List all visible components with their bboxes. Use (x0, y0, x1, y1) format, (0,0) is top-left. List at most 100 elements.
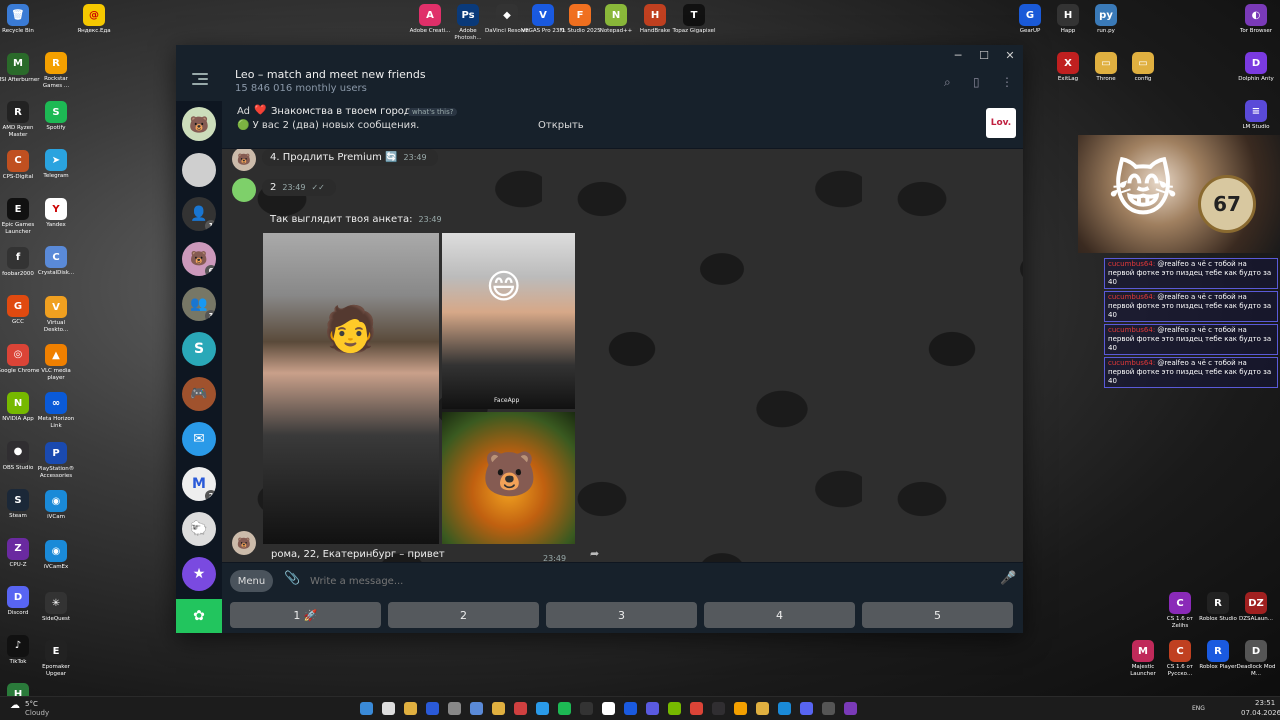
microphone-icon[interactable]: 🎤 (1000, 571, 1016, 586)
desktop-icon[interactable]: ▲ VLC media player (34, 344, 78, 382)
taskbar-app-icon[interactable] (558, 702, 571, 715)
desktop-icon-label: Virtual Deskto... (43, 320, 69, 333)
desktop-icon[interactable]: T Topaz Gigapixel (672, 4, 716, 35)
app-icon: ◆ (496, 4, 518, 26)
more-icon[interactable]: ⋮ (1001, 75, 1013, 89)
keyboard-button-5[interactable]: 5 (862, 602, 1013, 628)
desktop-icon[interactable]: S Spotify (34, 101, 78, 132)
taskbar-app-icon[interactable] (756, 702, 769, 715)
maximize-button[interactable]: ☐ (970, 45, 998, 65)
chat-avatar[interactable]: 🐑 (182, 512, 216, 546)
taskbar-app-icon[interactable] (492, 702, 505, 715)
weather-temp[interactable]: 5°C (25, 700, 38, 708)
menu-icon[interactable] (192, 73, 208, 87)
chat-avatar[interactable] (182, 153, 216, 187)
forward-icon[interactable]: ➦ (590, 547, 599, 560)
taskbar-app-icon[interactable] (602, 702, 615, 715)
search-icon[interactable]: ⌕ (944, 75, 951, 90)
taskbar-app-icon[interactable] (382, 702, 395, 715)
desktop-icon[interactable]: ◉ iVCamEx (34, 540, 78, 571)
clock-time[interactable]: 23:51 (1255, 699, 1275, 707)
chat-avatar[interactable]: 👤 1 (182, 197, 216, 231)
clock-date[interactable]: 07.04.2026 (1241, 709, 1280, 717)
taskbar-app-icon[interactable] (404, 702, 417, 715)
taskbar-app-icon[interactable] (844, 702, 857, 715)
taskbar-app-icon[interactable] (470, 702, 483, 715)
chat-avatar[interactable]: ✉ (182, 422, 216, 456)
taskbar-app-icon[interactable] (514, 702, 527, 715)
close-button[interactable]: ✕ (996, 45, 1024, 65)
bot-menu-button[interactable]: Menu (230, 570, 273, 592)
taskbar-app-icon[interactable] (822, 702, 835, 715)
desktop-icon[interactable]: D Deadlock Mod M... (1234, 640, 1278, 678)
ad-open-button[interactable]: Открыть (538, 120, 584, 131)
whats-this-button[interactable]: what's this? (408, 108, 458, 116)
chat-avatar[interactable]: M2 (182, 467, 216, 501)
keyboard-button-4[interactable]: 4 (704, 602, 855, 628)
sidebar-toggle-icon[interactable]: ▯ (973, 75, 980, 89)
favorites-avatar[interactable]: ★ (182, 557, 216, 591)
desktop-icon[interactable]: ◉ iVCam (34, 490, 78, 521)
desktop-icon[interactable]: H HandBrake (633, 4, 677, 35)
desktop-icon[interactable]: py run.py (1084, 4, 1128, 35)
keyboard-button-1[interactable]: 1 🚀 (230, 602, 381, 628)
taskbar-app-icon[interactable] (624, 702, 637, 715)
taskbar-app-icon[interactable] (800, 702, 813, 715)
desktop-icon[interactable]: 🗑 Recycle Bin (0, 4, 40, 35)
taskbar-app-icon[interactable] (360, 702, 373, 715)
photo-bear-honey[interactable]: 🐻 (442, 412, 575, 544)
desktop-icon[interactable]: Y Yandex (34, 198, 78, 229)
taskbar-app-icon[interactable] (778, 702, 791, 715)
ad-logo: Lov. (986, 108, 1016, 138)
message-input[interactable] (310, 571, 960, 591)
weather-icon[interactable]: ☁ (10, 700, 20, 711)
desktop-icon[interactable]: N Notepad++ (594, 4, 638, 35)
chat-title[interactable]: Leo – match and meet new friends (235, 68, 426, 81)
chat-avatar[interactable]: 👥 3 (182, 287, 216, 321)
desktop-icon[interactable]: V Virtual Deskto... (34, 296, 78, 334)
language-indicator[interactable]: ENG (1192, 705, 1205, 712)
desktop-icon[interactable]: ◐ Tor Browser (1234, 4, 1278, 35)
desktop-icon[interactable]: ➤ Telegram (34, 149, 78, 180)
taskbar-app-icon[interactable] (646, 702, 659, 715)
photo-selfie-1[interactable]: 🧑 (263, 233, 439, 544)
desktop-icon[interactable]: @ Яндекс.Еда (72, 4, 116, 35)
desktop-icon[interactable]: ∞ Meta Horizon Link (34, 392, 78, 430)
chat-avatar[interactable]: S (182, 332, 216, 366)
taskbar-app-icon[interactable] (668, 702, 681, 715)
desktop-icon[interactable]: R Rockstar Games ... (34, 52, 78, 90)
taskbar-app-icon[interactable] (448, 702, 461, 715)
attach-icon[interactable]: 📎 (284, 571, 300, 586)
taskbar-app-icon[interactable] (580, 702, 593, 715)
message-area[interactable]: 🐻 4. Продлить Premium 🔄 23:49 2 23:49 ✓✓ Та… (222, 149, 1023, 562)
taskbar-app-icon[interactable] (536, 702, 549, 715)
taskbar-app-icon[interactable] (426, 702, 439, 715)
taskbar-app-icon[interactable] (734, 702, 747, 715)
desktop-icon[interactable]: Ps Adobe Photosh... (446, 4, 490, 42)
keyboard-button-3[interactable]: 3 (546, 602, 697, 628)
minimize-button[interactable]: ─ (944, 45, 972, 65)
leo-bot-tab[interactable]: ✿ (176, 599, 222, 633)
app-icon: H (644, 4, 666, 26)
keyboard-button-2[interactable]: 2 (388, 602, 539, 628)
app-icon: R (1207, 640, 1229, 662)
photo-album[interactable]: 🧑 😄 FaceApp 🐻 (263, 233, 575, 546)
desktop-icon[interactable]: E Epomaker Upgear (34, 640, 78, 678)
desktop-icon[interactable]: D Dolphin Anty (1234, 52, 1278, 83)
app-icon: Z (7, 537, 29, 560)
app-icon: 🗑 (7, 4, 29, 26)
desktop-icon[interactable]: ≡ LM Studio (1234, 100, 1278, 131)
desktop-icon-label: Spotify (46, 125, 66, 131)
taskbar-app-icon[interactable] (712, 702, 725, 715)
photo-selfie-2[interactable]: 😄 FaceApp (442, 233, 575, 409)
desktop-icon[interactable]: C CrystalDisk... (34, 246, 78, 277)
desktop-icon[interactable]: DZ DZSALaun... (1234, 592, 1278, 623)
taskbar-app-icon[interactable] (690, 702, 703, 715)
sponsored-ad-bar[interactable]: Ad ❤️ Знакомства в твоем городе what's t… (222, 101, 1023, 149)
chat-avatar[interactable]: 🎮 (182, 377, 216, 411)
desktop-icon[interactable]: P PlayStation® Accessories (34, 442, 78, 480)
chat-avatar[interactable]: 🐻 6 (182, 242, 216, 276)
chat-avatar-leo[interactable]: 🐻 (182, 107, 216, 141)
desktop-icon[interactable]: ▭ config (1121, 52, 1165, 83)
desktop-icon[interactable]: ✳ SideQuest (34, 592, 78, 623)
